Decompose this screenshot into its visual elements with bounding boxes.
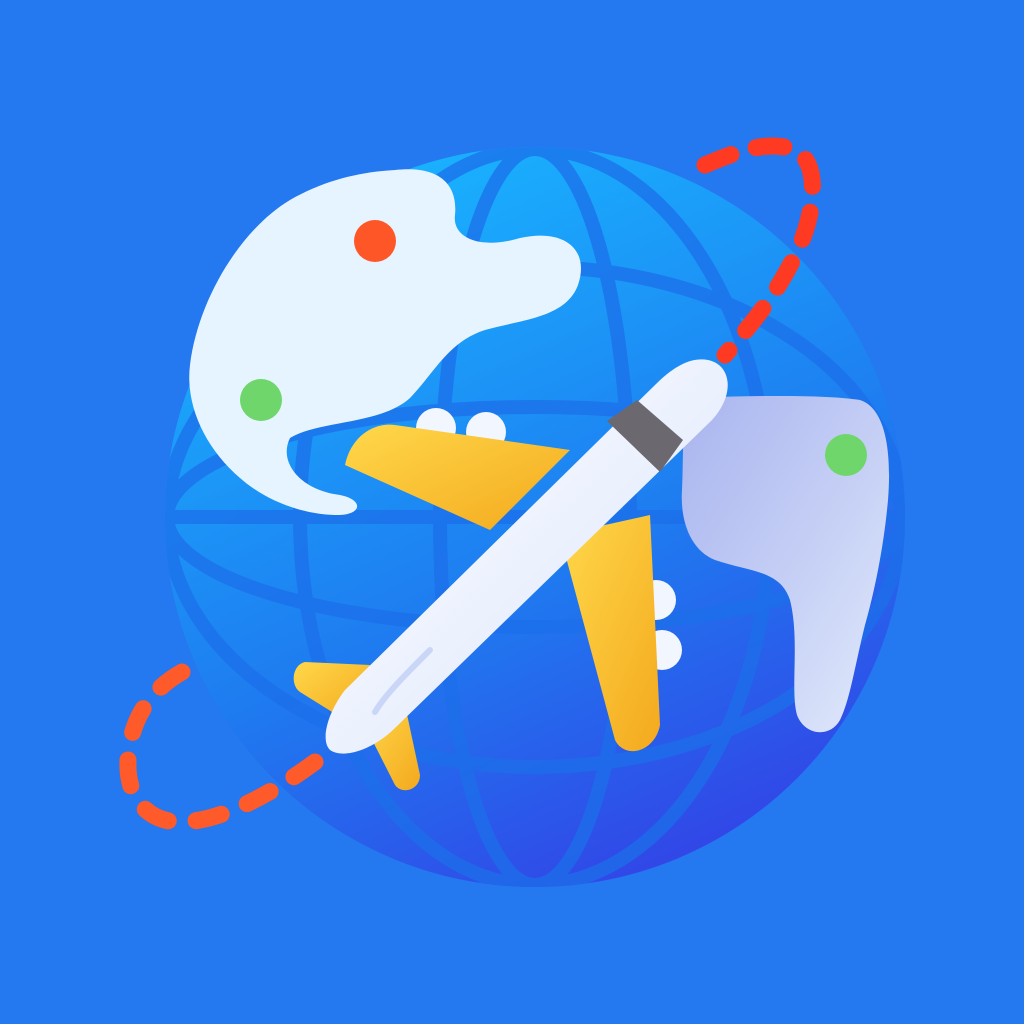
location-marker-green-right bbox=[825, 434, 867, 476]
location-marker-red bbox=[354, 220, 396, 262]
location-marker-green-left bbox=[240, 379, 282, 421]
travel-app-icon bbox=[0, 0, 1024, 1024]
